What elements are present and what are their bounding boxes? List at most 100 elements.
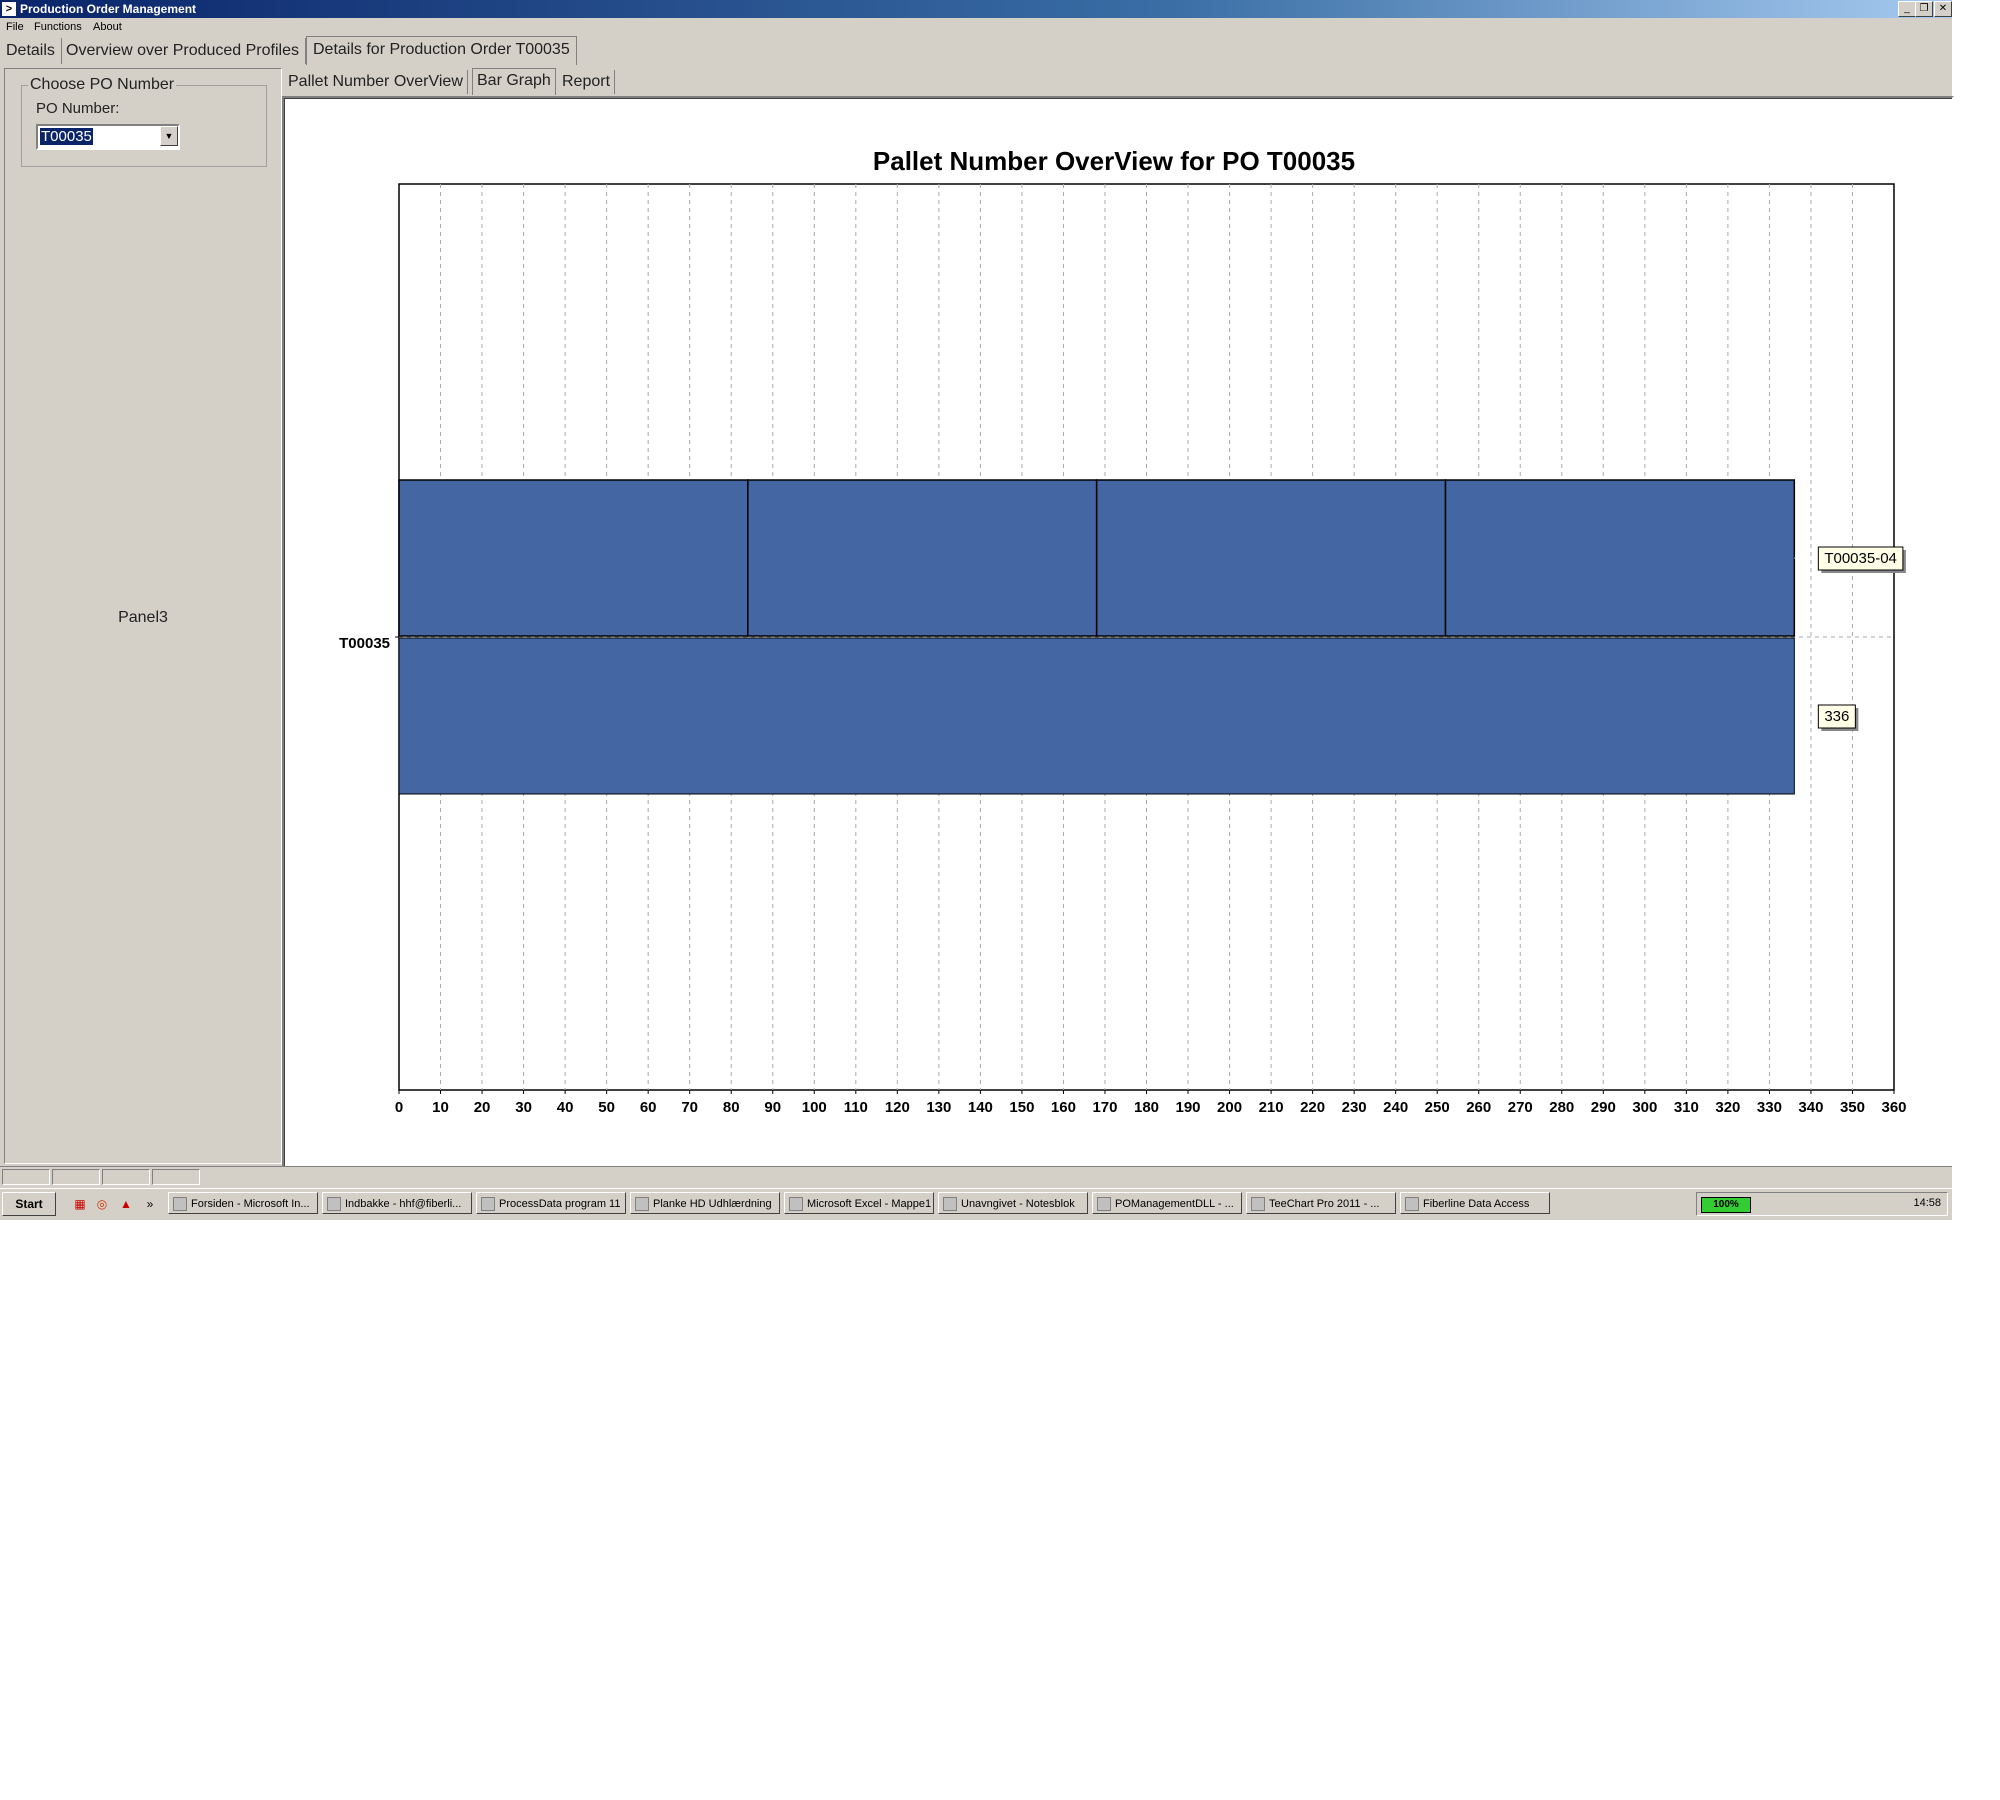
x-tick-label: 290 xyxy=(1591,1099,1616,1116)
data-label: 336 xyxy=(1817,704,1859,731)
x-tick-label: 120 xyxy=(885,1099,910,1116)
x-tick-label: 0 xyxy=(395,1099,403,1116)
x-tick-label: 100 xyxy=(802,1099,827,1116)
x-tick-label: 30 xyxy=(515,1099,532,1116)
app-icon xyxy=(327,1197,341,1211)
status-cell xyxy=(102,1169,150,1185)
task-label: Microsoft Excel - Mappe1 xyxy=(807,1198,932,1210)
menu-file[interactable]: File xyxy=(6,21,24,33)
taskbar-task[interactable]: Planke HD Udhlærdning xyxy=(630,1192,780,1214)
tab-details[interactable]: Details xyxy=(0,38,62,64)
status-cell xyxy=(152,1169,200,1185)
task-label: ProcessData program 11 xyxy=(499,1198,621,1210)
chart-panel: Pallet Number OverView for PO T00035 T00… xyxy=(282,96,1954,1168)
left-panel: Choose PO Number PO Number: T00035 ▼ Pan… xyxy=(4,68,282,1164)
x-tick-label: 260 xyxy=(1466,1099,1491,1116)
taskbar-task[interactable]: Forsiden - Microsoft In... xyxy=(168,1192,318,1214)
x-tick-label: 240 xyxy=(1383,1099,1408,1116)
tab-details-production-order[interactable]: Details for Production Order T00035 xyxy=(306,36,577,65)
x-tick-label: 40 xyxy=(557,1099,574,1116)
po-number-value: T00035 xyxy=(40,128,93,145)
close-button[interactable]: ✕ xyxy=(1934,1,1952,17)
task-label: POManagementDLL - ... xyxy=(1115,1198,1234,1210)
application-window: > Production Order Management _ ❐ ✕ File… xyxy=(0,0,1954,1220)
tab-overview-profiles[interactable]: Overview over Produced Profiles xyxy=(60,38,306,64)
task-label: TeeChart Pro 2011 - ... xyxy=(1269,1198,1380,1210)
x-tick-label: 110 xyxy=(844,1099,868,1116)
x-tick-label: 140 xyxy=(968,1099,993,1116)
category-label: T00035 xyxy=(339,635,390,652)
bar-segment xyxy=(1444,479,1796,637)
taskbar-task[interactable]: ProcessData program 11 xyxy=(476,1192,626,1214)
task-label: Fiberline Data Access xyxy=(1423,1198,1530,1210)
system-tray: 100% 14:58 xyxy=(1696,1192,1948,1216)
tab-pallet-overview[interactable]: Pallet Number OverView xyxy=(284,70,468,94)
windows-taskbar: Start ▦ ◎ ▲ » Forsiden - Microsoft In...… xyxy=(0,1188,1952,1219)
x-tick-label: 320 xyxy=(1715,1099,1740,1116)
quicklaunch-icon[interactable]: ▲ xyxy=(118,1196,134,1212)
x-tick-label: 80 xyxy=(723,1099,740,1116)
status-cell xyxy=(2,1169,50,1185)
task-label: Unavngivet - Notesblok xyxy=(961,1198,1075,1210)
app-icon xyxy=(789,1197,803,1211)
app-icon: > xyxy=(2,2,16,16)
group-title: Choose PO Number xyxy=(28,76,177,94)
bar-segment xyxy=(1095,479,1447,637)
taskbar-task[interactable]: Indbakke - hhf@fiberli... xyxy=(322,1192,472,1214)
choose-po-group: Choose PO Number PO Number: T00035 ▼ xyxy=(21,76,267,167)
app-icon xyxy=(173,1197,187,1211)
taskbar-task[interactable]: TeeChart Pro 2011 - ... xyxy=(1246,1192,1396,1214)
menu-bar: File Functions About xyxy=(0,18,1952,38)
taskbar-task[interactable]: Unavngivet - Notesblok xyxy=(938,1192,1088,1214)
chart-title: Pallet Number OverView for PO T00035 xyxy=(873,146,1355,176)
taskbar-task[interactable]: Fiberline Data Access xyxy=(1400,1192,1550,1214)
clock: 14:58 xyxy=(1913,1197,1941,1209)
x-tick-label: 50 xyxy=(598,1099,615,1116)
data-label-text: T00035-04 xyxy=(1824,550,1897,567)
quicklaunch-icon[interactable]: ▦ xyxy=(72,1196,88,1212)
app-icon xyxy=(1405,1197,1419,1211)
x-tick-label: 170 xyxy=(1092,1099,1117,1116)
x-tick-label: 180 xyxy=(1134,1099,1159,1116)
task-label: Planke HD Udhlærdning xyxy=(653,1198,772,1210)
taskbar-task[interactable]: POManagementDLL - ... xyxy=(1092,1192,1242,1214)
bar-chart: Pallet Number OverView for PO T00035 T00… xyxy=(339,146,1906,1116)
tab-bar-graph[interactable]: Bar Graph xyxy=(472,68,556,95)
data-label: T00035-04 xyxy=(1817,546,1906,573)
status-cell xyxy=(52,1169,100,1185)
x-tick-label: 160 xyxy=(1051,1099,1076,1116)
x-tick-label: 230 xyxy=(1342,1099,1367,1116)
data-label-text: 336 xyxy=(1824,708,1849,725)
window-title: Production Order Management xyxy=(20,2,197,16)
bar-segment xyxy=(398,479,749,637)
tab-report[interactable]: Report xyxy=(558,70,616,94)
x-tick-label: 190 xyxy=(1176,1099,1201,1116)
restore-button[interactable]: ❐ xyxy=(1915,1,1933,17)
chevron-right-icon[interactable]: » xyxy=(142,1196,158,1212)
x-tick-label: 300 xyxy=(1632,1099,1657,1116)
x-tick-label: 20 xyxy=(474,1099,491,1116)
po-number-combobox[interactable]: T00035 ▼ xyxy=(36,124,180,150)
bar-segment xyxy=(747,479,1098,637)
taskbar-task[interactable]: Microsoft Excel - Mappe1 xyxy=(784,1192,934,1214)
x-tick-label: 310 xyxy=(1674,1099,1699,1116)
x-tick-label: 10 xyxy=(432,1099,449,1116)
status-bar xyxy=(0,1166,1952,1187)
title-bar: > Production Order Management _ ❐ ✕ xyxy=(0,0,1952,18)
x-tick-label: 280 xyxy=(1549,1099,1574,1116)
start-button[interactable]: Start xyxy=(2,1192,56,1216)
task-label: Indbakke - hhf@fiberli... xyxy=(345,1198,462,1210)
panel3-label: Panel3 xyxy=(118,609,168,626)
bar-total xyxy=(398,637,1795,795)
x-tick-label: 220 xyxy=(1300,1099,1325,1116)
minimize-button[interactable]: _ xyxy=(1898,1,1916,17)
menu-functions[interactable]: Functions xyxy=(34,21,82,33)
x-tick-label: 60 xyxy=(640,1099,657,1116)
quicklaunch-icon[interactable]: ◎ xyxy=(94,1196,110,1212)
menu-about[interactable]: About xyxy=(93,21,122,33)
app-icon xyxy=(1251,1197,1265,1211)
app-icon xyxy=(943,1197,957,1211)
app-icon xyxy=(481,1197,495,1211)
chevron-down-icon[interactable]: ▼ xyxy=(160,126,178,146)
x-tick-label: 330 xyxy=(1757,1099,1782,1116)
